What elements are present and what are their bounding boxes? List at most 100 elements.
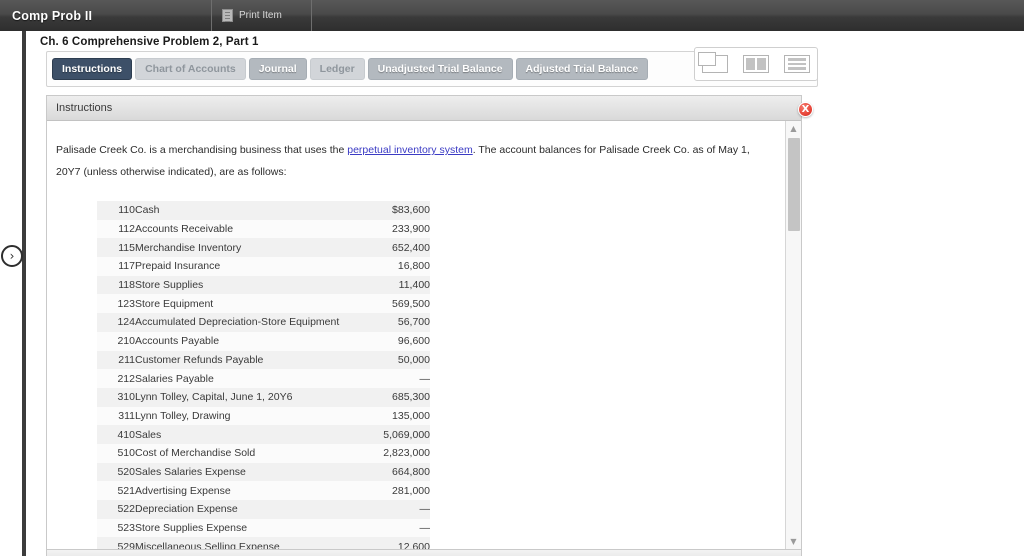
tab-adjusted-trial-balance[interactable]: Adjusted Trial Balance [515,58,649,80]
account-value-cell: 664,800 [392,465,430,478]
account-name-cell: Merchandise Inventory [135,241,242,254]
table-row: 115 Merchandise Inventory 652,400 [97,238,430,258]
account-value-cell: 5,069,000 [383,428,430,441]
split-view-icon[interactable] [742,55,769,73]
table-row: 521 Advertising Expense 281,000 [97,481,430,500]
close-icon[interactable]: X [798,102,813,117]
account-value-cell: — [419,522,431,535]
account-name-cell: Depreciation Expense [135,503,238,516]
account-num-cell: 522 [117,503,135,516]
content-area: Ch. 6 Comprehensive Problem 2, Part 1 In… [26,31,1024,556]
table-row: 520 Sales Salaries Expense 664,800 [97,462,430,482]
account-num-cell: 210 [117,335,135,348]
account-num-cell: 115 [118,241,135,254]
table-row: 523 Store Supplies Expense — [97,518,431,538]
table-row: 118 Store Supplies 11,400 [97,275,430,295]
account-name-cell: Store Equipment [135,297,214,310]
account-value-cell: 50,000 [397,353,430,366]
account-value-cell: 135,000 [392,409,430,422]
account-name-cell: Accounts Payable [135,335,220,348]
expand-panel-button[interactable]: › [1,245,23,267]
account-name-cell: Sales [135,428,162,441]
account-value-cell: 281,000 [392,484,430,497]
table-row: 529 Miscellaneous Selling Expense 12,600 [97,537,430,549]
table-row: 311 Lynn Tolley, Drawing 135,000 [97,406,430,426]
account-name-cell: Store Supplies Expense [135,522,248,535]
account-value-cell: 685,300 [392,391,430,404]
account-num-cell: 523 [117,522,135,535]
account-num-cell: 529 [117,540,135,549]
table-row: 212 Salaries Payable — [97,369,430,388]
account-name-cell: Prepaid Insurance [135,260,221,273]
table-row: 510 Cost of Merchandise Sold 2,823,000 [97,443,430,463]
app-title: Comp Prob II [0,0,212,31]
account-num-cell: 310 [117,391,135,404]
account-name-cell: Lynn Tolley, Drawing [135,409,231,422]
page-title: Ch. 6 Comprehensive Problem 2, Part 1 [40,36,259,48]
account-name-cell: Salaries Payable [135,372,214,385]
account-num-cell: 110 [118,204,135,217]
account-num-cell: 112 [118,223,135,236]
account-value-cell: 2,823,000 [383,447,430,460]
account-name-cell: Sales Salaries Expense [135,465,246,478]
top-toolbar: Comp Prob II Print Item [0,0,1024,31]
vertical-scrollbar[interactable]: ▲ ▼ [785,121,801,549]
intro-text-before-link: Palisade Creek Co. is a merchandising bu… [56,144,348,156]
table-row: 210 Accounts Payable 96,600 [97,331,430,351]
account-value-cell: 96,600 [397,335,430,348]
account-value-cell: 16,800 [397,260,430,273]
table-row: 123 Store Equipment 569,500 [97,294,430,314]
perpetual-inventory-system-link[interactable]: perpetual inventory system [347,144,472,156]
account-num-cell: 520 [117,465,135,478]
account-value-cell: 12,600 [397,540,430,549]
list-view-icon[interactable] [783,55,810,73]
account-name-cell: Cash [135,204,160,217]
account-value-cell: 233,900 [392,223,430,236]
account-num-cell: 123 [117,297,135,310]
tab-journal[interactable]: Journal [248,58,307,80]
printer-document-icon [222,9,233,22]
account-num-cell: 124 [117,316,135,329]
account-value-cell: — [419,503,431,516]
account-name-cell: Customer Refunds Payable [135,353,264,366]
tab-ledger[interactable]: Ledger [309,58,365,80]
table-row: 310 Lynn Tolley, Capital, June 1, 20Y6 685… [97,387,430,407]
account-num-cell: 510 [117,447,135,460]
account-name-cell: Miscellaneous Selling Expense [135,540,280,549]
account-num-cell: 212 [117,372,135,385]
account-num-cell: 311 [118,409,135,422]
scrollbar-thumb[interactable] [788,138,800,231]
instructions-panel-title: Instructions [56,102,113,114]
application-window: Comp Prob II Print Item › Ch. 6 Comprehe… [0,0,1024,556]
instructions-intro-text: Palisade Creek Co. is a merchandising bu… [47,121,785,183]
chevron-right-icon: › [9,249,15,263]
table-row: 112 Accounts Receivable 233,900 [97,219,430,239]
tab-instructions[interactable]: Instructions [52,58,133,80]
scroll-up-icon[interactable]: ▲ [786,121,801,136]
account-name-cell: Lynn Tolley, Capital, June 1, 20Y6 [135,391,293,404]
scroll-down-icon[interactable]: ▼ [786,534,801,549]
tab-chart-of-accounts[interactable]: Chart of Accounts [135,58,246,80]
windowed-view-icon[interactable] [698,52,729,73]
account-value-cell: 11,400 [398,279,430,292]
account-num-cell: 410 [117,428,135,441]
account-name-cell: Advertising Expense [135,484,231,497]
account-num-cell: 118 [118,279,135,292]
instructions-panel: Instructions X Palisade Creek Co. is a m… [46,95,813,550]
account-value-cell: 652,400 [392,241,430,254]
table-row: 211 Customer Refunds Payable 50,000 [97,350,430,370]
instructions-panel-header: Instructions [47,96,801,121]
tab-unadjusted-trial-balance[interactable]: Unadjusted Trial Balance [367,58,513,80]
table-row: 522 Depreciation Expense — [97,500,430,519]
account-num-cell: 211 [118,353,135,366]
account-value-cell: 56,700 [397,316,430,329]
instructions-panel-body: Palisade Creek Co. is a merchandising bu… [47,121,785,549]
print-item-label: Print Item [239,10,282,21]
print-item-button[interactable]: Print Item [212,0,312,31]
account-num-cell: 521 [117,484,135,497]
panel-resize-handle[interactable] [46,550,802,556]
account-name-cell: Cost of Merchandise Sold [135,447,256,460]
account-num-cell: 117 [118,260,135,273]
account-value-cell: — [419,372,431,385]
table-row: 410 Sales 5,069,000 [97,425,430,444]
